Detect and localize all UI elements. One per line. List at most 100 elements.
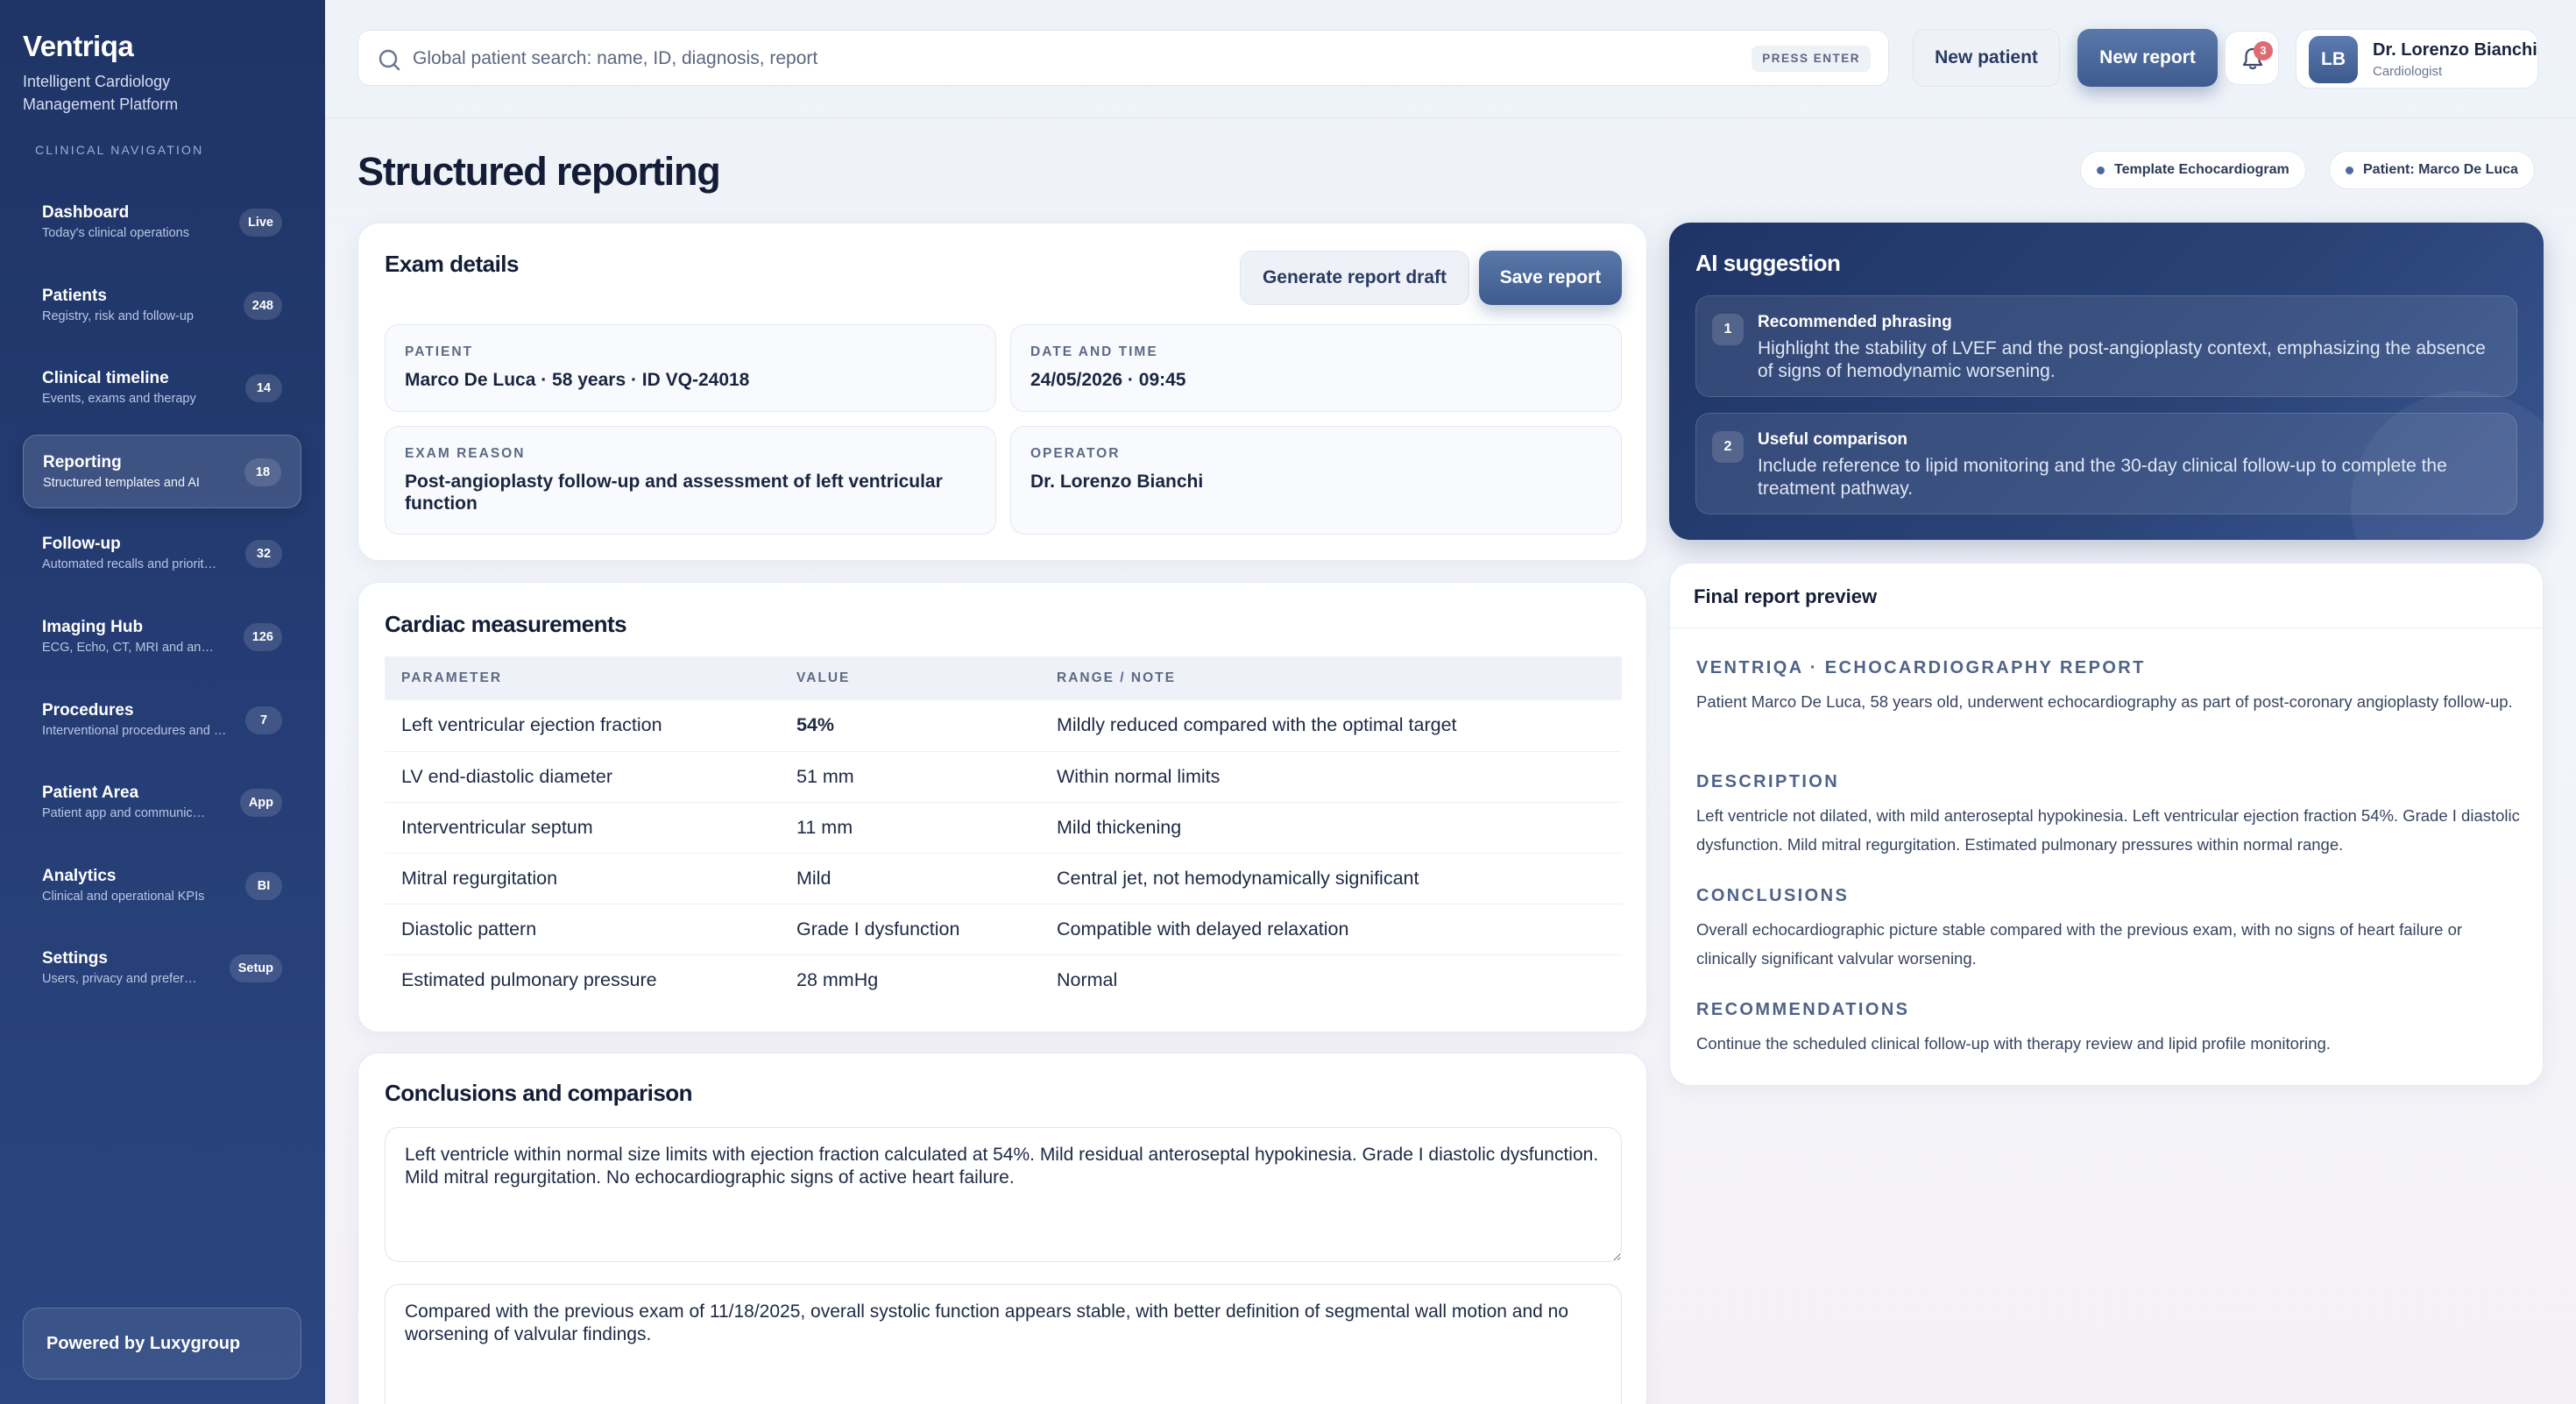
sidebar-item-desc: Events, exams and therapy bbox=[42, 392, 196, 407]
sidebar-item-desc: Structured templates and AI bbox=[43, 475, 200, 490]
note-cell: Compatible with delayed relaxation bbox=[1040, 904, 1622, 955]
sidebar-item-dashboard[interactable]: Dashboard Today's clinical operations Li… bbox=[23, 186, 301, 259]
parameter-cell: Left ventricular ejection fraction bbox=[385, 700, 780, 752]
page-title: Structured reporting bbox=[357, 149, 721, 194]
sidebar-item-settings[interactable]: Settings Users, privacy and prefer… Setu… bbox=[23, 932, 301, 1005]
recommendations-text: Continue the scheduled clinical follow-u… bbox=[1696, 1034, 2331, 1053]
ai-suggestion-card: AI suggestion 1 Recommended phrasing Hig… bbox=[1669, 223, 2544, 540]
field-label: DATE AND TIME bbox=[1030, 344, 1158, 359]
value-cell: 51 mm bbox=[780, 751, 1040, 803]
sidebar-item-badge: App bbox=[239, 789, 282, 818]
conclusions-text: Overall echocardiographic picture stable… bbox=[1696, 920, 2463, 968]
sidebar-item-follow-up[interactable]: Follow-up Automated recalls and priorit…… bbox=[23, 517, 301, 591]
description-text: Left ventricle not dilated, with mild an… bbox=[1696, 806, 2520, 854]
table-row[interactable]: Left ventricular ejection fraction 54% M… bbox=[385, 700, 1622, 752]
column-header-note: RANGE / NOTE bbox=[1040, 656, 1622, 700]
sidebar-item-desc: Automated recalls and priorit… bbox=[42, 557, 217, 572]
sidebar-item-badge: 126 bbox=[243, 622, 282, 651]
sidebar-item-badge: 248 bbox=[243, 291, 282, 320]
report-heading: VENTRIQA · ECHOCARDIOGRAPHY REPORT bbox=[1696, 658, 2146, 677]
field-value: Dr. Lorenzo Bianchi bbox=[1030, 472, 1204, 492]
note-cell: Mild thickening bbox=[1040, 802, 1622, 854]
generate-draft-button[interactable]: Generate report draft bbox=[1240, 251, 1469, 305]
column-header-parameter: PARAMETER bbox=[385, 656, 780, 700]
sidebar-item-procedures[interactable]: Procedures Interventional procedures and… bbox=[23, 684, 301, 757]
avatar: LB bbox=[2309, 36, 2358, 83]
table-row[interactable]: Estimated pulmonary pressure 28 mmHg Nor… bbox=[385, 954, 1622, 1005]
suggestion-body: Include reference to lipid monitoring an… bbox=[1758, 456, 2447, 499]
ai-suggestion-title: AI suggestion bbox=[1695, 250, 1841, 276]
column-header-value: VALUE bbox=[780, 656, 1040, 700]
parameter-cell: Mitral regurgitation bbox=[385, 853, 780, 904]
search-input[interactable] bbox=[413, 43, 1727, 74]
table-row[interactable]: Diastolic pattern Grade I dysfunction Co… bbox=[385, 904, 1622, 955]
final-report-preview-card: Final report preview VENTRIQA · ECHOCARD… bbox=[1669, 563, 2544, 1086]
user-name: Dr. Lorenzo Bianchi bbox=[2373, 40, 2537, 60]
conclusions-heading: CONCLUSIONS bbox=[1696, 886, 1850, 905]
field-label: PATIENT bbox=[405, 344, 474, 359]
sidebar: Ventriqa Intelligent Cardiology Manageme… bbox=[0, 0, 325, 1404]
suggestion-item[interactable]: 1 Recommended phrasing Highlight the sta… bbox=[1695, 295, 2517, 397]
value-cell: Mild bbox=[780, 853, 1040, 904]
suggestion-number: 2 bbox=[1712, 431, 1744, 463]
search-enter-hint: PRESS ENTER bbox=[1752, 46, 1871, 72]
table-row[interactable]: Mitral regurgitation Mild Central jet, n… bbox=[385, 853, 1622, 904]
preview-header: Final report preview bbox=[1670, 564, 2543, 628]
template-chip[interactable]: Template Echocardiogram bbox=[2080, 151, 2306, 189]
sidebar-item-desc: Users, privacy and prefer… bbox=[42, 972, 197, 987]
patient-chip[interactable]: Patient: Marco De Luca bbox=[2329, 151, 2535, 189]
notification-count-badge: 3 bbox=[2254, 41, 2273, 60]
user-role: Cardiologist bbox=[2373, 64, 2443, 79]
sidebar-item-reporting[interactable]: Reporting Structured templates and AI 18 bbox=[23, 434, 301, 508]
sidebar-item-desc: Clinical and operational KPIs bbox=[42, 889, 205, 904]
sidebar-item-clinical-timeline[interactable]: Clinical timeline Events, exams and ther… bbox=[23, 351, 301, 425]
suggestion-body: Highlight the stability of LVEF and the … bbox=[1758, 338, 2486, 381]
sidebar-item-patients[interactable]: Patients Registry, risk and follow-up 24… bbox=[23, 269, 301, 343]
new-report-button[interactable]: New report bbox=[2077, 29, 2218, 87]
exam-details-title: Exam details bbox=[385, 251, 519, 277]
sidebar-item-analytics[interactable]: Analytics Clinical and operational KPIs … bbox=[23, 849, 301, 923]
sidebar-item-badge: BI bbox=[245, 871, 282, 900]
conclusion-textarea[interactable]: Left ventricle within normal size limits… bbox=[385, 1127, 1622, 1262]
table-header-row: PARAMETER VALUE RANGE / NOTE bbox=[385, 656, 1622, 700]
parameter-cell: Diastolic pattern bbox=[385, 904, 780, 955]
user-menu[interactable]: LB Dr. Lorenzo Bianchi Cardiologist bbox=[2296, 29, 2538, 89]
search-icon bbox=[379, 49, 400, 71]
report-intro: Patient Marco De Luca, 58 years old, und… bbox=[1696, 692, 2513, 711]
date-time-field: DATE AND TIME 24/05/2026 · 09:45 bbox=[1010, 324, 1622, 412]
global-search[interactable]: PRESS ENTER bbox=[357, 30, 1889, 86]
parameter-cell: LV end-diastolic diameter bbox=[385, 751, 780, 803]
value-cell: 11 mm bbox=[780, 802, 1040, 854]
suggestion-item[interactable]: 2 Useful comparison Include reference to… bbox=[1695, 413, 2517, 514]
sidebar-nav: Dashboard Today's clinical operations Li… bbox=[23, 186, 301, 1015]
description-heading: DESCRIPTION bbox=[1696, 772, 1840, 791]
field-value: Post-angioplasty follow-up and assessmen… bbox=[405, 472, 943, 514]
note-cell: Within normal limits bbox=[1040, 751, 1622, 803]
sidebar-item-badge: 7 bbox=[245, 706, 282, 734]
powered-by-button[interactable]: Powered by Luxygroup bbox=[23, 1308, 301, 1379]
table-row[interactable]: Interventricular septum 11 mm Mild thick… bbox=[385, 802, 1622, 854]
comparison-textarea[interactable]: Compared with the previous exam of 11/18… bbox=[385, 1284, 1622, 1404]
recommendations-heading: RECOMMENDATIONS bbox=[1696, 1000, 1910, 1019]
note-cell: Mildly reduced compared with the optimal… bbox=[1040, 700, 1622, 752]
measurements-title: Cardiac measurements bbox=[385, 611, 627, 637]
new-patient-button[interactable]: New patient bbox=[1913, 29, 2060, 87]
field-value: Marco De Luca · 58 years · ID VQ-24018 bbox=[405, 370, 750, 390]
patient-field: PATIENT Marco De Luca · 58 years · ID VQ… bbox=[385, 324, 996, 412]
sidebar-item-desc: ECG, Echo, CT, MRI and an… bbox=[42, 640, 214, 655]
parameter-cell: Interventricular septum bbox=[385, 802, 780, 854]
sidebar-item-imaging-hub[interactable]: Imaging Hub ECG, Echo, CT, MRI and an… 1… bbox=[23, 600, 301, 674]
field-label: OPERATOR bbox=[1030, 446, 1121, 461]
sidebar-item-desc: Patient app and communic… bbox=[42, 806, 206, 821]
save-report-button[interactable]: Save report bbox=[1479, 251, 1622, 305]
topbar: PRESS ENTER New patient New report 3 LB … bbox=[325, 0, 2576, 118]
suggestion-number: 1 bbox=[1712, 314, 1744, 345]
operator-field: OPERATOR Dr. Lorenzo Bianchi bbox=[1010, 426, 1622, 535]
brand-name: Ventriqa bbox=[23, 30, 134, 62]
cardiac-measurements-card: Cardiac measurements PARAMETER VALUE RAN… bbox=[357, 582, 1647, 1032]
sidebar-item-patient-area[interactable]: Patient Area Patient app and communic… A… bbox=[23, 766, 301, 840]
notifications-button[interactable]: 3 bbox=[2225, 31, 2279, 85]
exam-details-card: Exam details Generate report draft Save … bbox=[357, 223, 1647, 561]
table-row[interactable]: LV end-diastolic diameter 51 mm Within n… bbox=[385, 751, 1622, 803]
measurements-table: PARAMETER VALUE RANGE / NOTE Left ventri… bbox=[385, 656, 1622, 1005]
